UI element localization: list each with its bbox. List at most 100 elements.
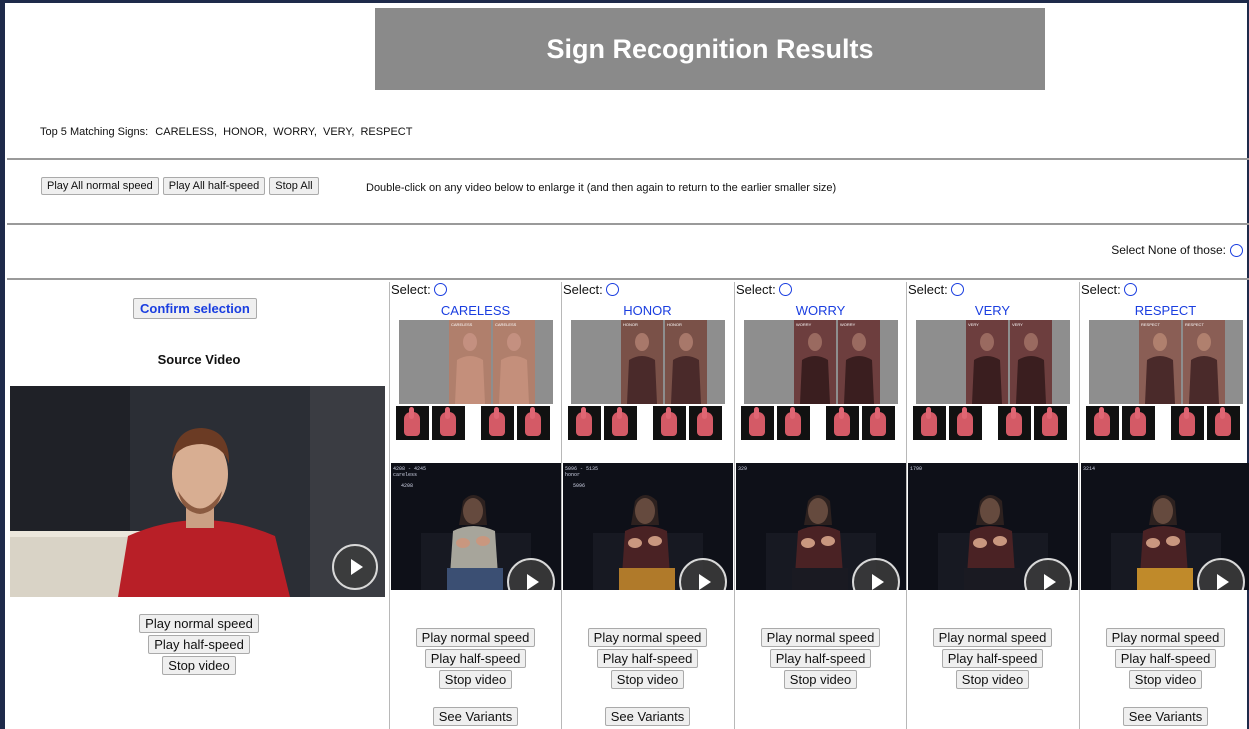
select-none-radio[interactable] — [1230, 243, 1243, 257]
variants-row: See Variants — [1080, 707, 1249, 726]
source-stop-button[interactable]: Stop video — [162, 656, 236, 675]
avatar-preview[interactable]: HONOR HONOR — [571, 320, 725, 404]
video-overlay-text: 5096 - 5135 honor — [565, 466, 598, 478]
handshape-icon — [862, 406, 895, 440]
source-video-label: Source Video — [157, 352, 241, 367]
candidate-video[interactable]: 4208 - 4245 careless 4208 — [391, 463, 561, 590]
play-normal-button[interactable]: Play normal speed — [932, 628, 1053, 647]
play-half-button[interactable]: Play half-speed — [769, 649, 872, 668]
video-overlay-text: 3214 — [1083, 466, 1095, 472]
stop-video-button[interactable]: Stop video — [955, 670, 1030, 689]
video-overlay-text: 4208 - 4245 careless — [393, 466, 426, 478]
avatar-preview[interactable]: CARELESS CARELESS — [399, 320, 553, 404]
avatar-panel: WORRY — [794, 320, 836, 404]
candidate-sign-word: HONOR — [623, 303, 672, 318]
confirm-selection-button[interactable]: Confirm selection — [133, 298, 257, 319]
video-gloss: honor — [565, 472, 581, 478]
candidate-video-controls: Play normal speed Play half-speed Stop v… — [735, 628, 906, 689]
handshape-strip — [913, 406, 1073, 440]
stop-video-button[interactable]: Stop video — [438, 670, 513, 689]
handshape-strip — [396, 406, 556, 440]
handshape-icon — [913, 406, 946, 440]
handshape-icon — [949, 406, 982, 440]
handshape-icon — [568, 406, 601, 440]
candidate-video[interactable]: 1790 — [908, 463, 1078, 590]
select-radio[interactable] — [433, 283, 447, 296]
handshape-icon — [1034, 406, 1067, 440]
avatar-preview[interactable]: RESPECT RESPECT — [1089, 320, 1243, 404]
handshape-icon — [1122, 406, 1155, 440]
candidate-select: Select: — [736, 282, 792, 297]
avatar-preview[interactable]: VERY VERY — [916, 320, 1070, 404]
see-variants-button[interactable]: See Variants — [604, 707, 691, 726]
divider — [7, 223, 1249, 225]
see-variants-button[interactable]: See Variants — [1122, 707, 1209, 726]
play-normal-button[interactable]: Play normal speed — [415, 628, 536, 647]
avatar-figure — [1189, 333, 1219, 404]
candidate-column: Select: WORRY WORRY WORRY 329 Play norma… — [734, 282, 906, 729]
candidate-column: Select: HONOR HONOR HONOR 5096 - 5135 ho… — [561, 282, 733, 729]
top-matching-signs: Top 5 Matching Signs: CARELESS, HONOR, W… — [40, 126, 412, 138]
play-half-button[interactable]: Play half-speed — [424, 649, 527, 668]
video-overlay-text: 329 — [738, 466, 747, 472]
stop-video-button[interactable]: Stop video — [610, 670, 685, 689]
handshape-strip — [568, 406, 728, 440]
avatar-preview[interactable]: WORRY WORRY — [744, 320, 898, 404]
select-label: Select: — [391, 282, 431, 297]
source-play-half-button[interactable]: Play half-speed — [148, 635, 250, 654]
handshape-icon — [689, 406, 722, 440]
avatar-figure — [1016, 333, 1046, 404]
candidate-video-controls: Play normal speed Play half-speed Stop v… — [390, 628, 561, 689]
select-radio[interactable] — [950, 283, 964, 296]
handshape-icon — [777, 406, 810, 440]
candidate-video[interactable]: 3214 — [1081, 463, 1249, 590]
candidate-sign-word: VERY — [974, 303, 1011, 318]
avatar-figure — [627, 333, 657, 404]
select-none: Select None of those: — [1111, 243, 1243, 257]
avatar-panel: CARELESS — [449, 320, 491, 404]
video-frame-range: 3214 — [1083, 466, 1096, 472]
candidate-video[interactable]: 5096 - 5135 honor 5096 — [563, 463, 733, 590]
play-all-normal-button[interactable]: Play All normal speed — [41, 177, 159, 195]
candidate-video[interactable]: 329 — [736, 463, 906, 590]
select-label: Select: — [736, 282, 776, 297]
play-normal-button[interactable]: Play normal speed — [1105, 628, 1226, 647]
handshape-icon — [741, 406, 774, 440]
handshape-icon — [1207, 406, 1240, 440]
play-all-half-button[interactable]: Play All half-speed — [162, 177, 266, 195]
avatar-panel: CARELESS — [493, 320, 535, 404]
avatar-tag: VERY — [1012, 322, 1023, 327]
handshape-icon — [998, 406, 1031, 440]
play-normal-button[interactable]: Play normal speed — [760, 628, 881, 647]
candidate-select: Select: — [391, 282, 447, 297]
select-none-label: Select None of those: — [1111, 243, 1226, 257]
avatar-figure — [1145, 333, 1175, 404]
play-normal-button[interactable]: Play normal speed — [587, 628, 708, 647]
source-video[interactable] — [10, 386, 385, 597]
stop-all-button[interactable]: Stop All — [269, 177, 319, 195]
source-play-normal-button[interactable]: Play normal speed — [139, 614, 259, 633]
top-matching-list: CARELESS, HONOR, WORRY, VERY, RESPECT — [155, 126, 413, 138]
avatar-panel: VERY — [1010, 320, 1052, 404]
avatar-tag: HONOR — [623, 322, 638, 327]
see-variants-button[interactable]: See Variants — [432, 707, 519, 726]
stop-video-button[interactable]: Stop video — [783, 670, 858, 689]
avatar-tag: RESPECT — [1185, 322, 1204, 327]
handshape-icon — [1171, 406, 1204, 440]
avatar-figure — [499, 333, 529, 404]
top-matching-label: Top 5 Matching Signs: — [40, 126, 149, 138]
stop-video-button[interactable]: Stop video — [1128, 670, 1203, 689]
select-radio[interactable] — [605, 283, 619, 296]
play-icon[interactable] — [332, 544, 378, 590]
play-half-button[interactable]: Play half-speed — [941, 649, 1044, 668]
avatar-tag: RESPECT — [1141, 322, 1160, 327]
avatar-panel: HONOR — [621, 320, 663, 404]
avatar-tag: WORRY — [840, 322, 856, 327]
play-half-button[interactable]: Play half-speed — [1114, 649, 1217, 668]
avatar-panel: WORRY — [838, 320, 880, 404]
select-radio[interactable] — [1123, 283, 1137, 296]
select-radio[interactable] — [778, 283, 792, 296]
play-half-button[interactable]: Play half-speed — [596, 649, 699, 668]
divider — [7, 158, 1249, 160]
avatar-figure — [671, 333, 701, 404]
